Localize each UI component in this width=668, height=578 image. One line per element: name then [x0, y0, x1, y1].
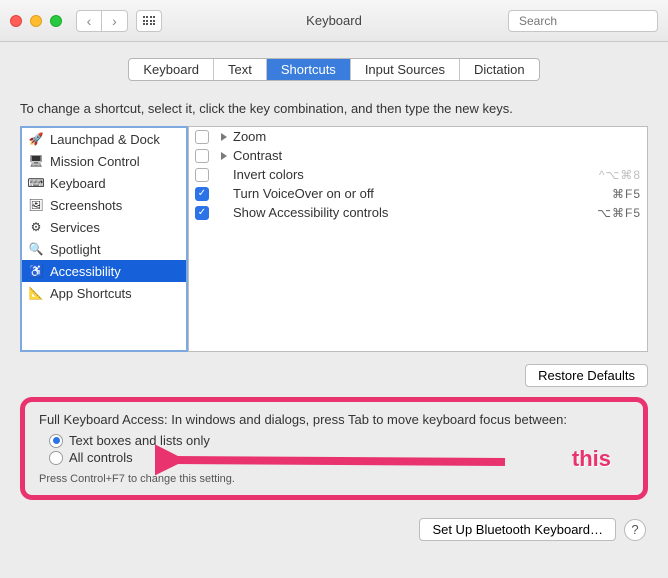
nav-back-forward: ‹ › [76, 10, 128, 32]
sidebar-item-label: Keyboard [50, 176, 106, 191]
tab-text[interactable]: Text [214, 59, 267, 80]
sidebar-item-label: Spotlight [50, 242, 101, 257]
close-window-icon[interactable] [10, 15, 22, 27]
sidebar-item-spotlight[interactable]: 🔍 Spotlight [22, 238, 186, 260]
sidebar-item-label: App Shortcuts [50, 286, 132, 301]
disclosure-triangle-icon[interactable] [221, 133, 227, 141]
mission-control-icon: 🖥 [28, 153, 44, 169]
shortcut-label: Contrast [233, 148, 641, 163]
sidebar-item-label: Accessibility [50, 264, 121, 279]
sidebar-item-services[interactable]: ⚙ Services [22, 216, 186, 238]
sidebar-item-label: Mission Control [50, 154, 140, 169]
radio-label: All controls [69, 450, 133, 465]
sidebar-item-accessibility[interactable]: ♿ Accessibility [22, 260, 186, 282]
shortcut-row[interactable]: Zoom [189, 127, 647, 146]
radio-button[interactable] [49, 434, 63, 448]
fka-heading: Full Keyboard Access: In windows and dia… [39, 412, 629, 427]
shortcut-label: Zoom [233, 129, 641, 144]
search-icon: 🔍 [28, 241, 44, 257]
annotation-highlight: Full Keyboard Access: In windows and dia… [20, 397, 648, 500]
chevron-right-icon: › [112, 13, 117, 29]
shortcut-row[interactable]: Contrast [189, 146, 647, 165]
tab-keyboard[interactable]: Keyboard [129, 59, 214, 80]
shortcut-keys[interactable]: ⌘F5 [612, 187, 641, 201]
sidebar-item-label: Services [50, 220, 100, 235]
help-button[interactable]: ? [624, 519, 646, 541]
shortcut-row[interactable]: ✓ Turn VoiceOver on or off ⌘F5 [189, 184, 647, 203]
sidebar-item-app-shortcuts[interactable]: 📐 App Shortcuts [22, 282, 186, 304]
bluetooth-keyboard-button[interactable]: Set Up Bluetooth Keyboard… [419, 518, 616, 541]
shortcut-keys[interactable]: ^⌥⌘8 [599, 168, 641, 182]
sidebar-item-mission-control[interactable]: 🖥 Mission Control [22, 150, 186, 172]
category-sidebar[interactable]: 🚀 Launchpad & Dock 🖥 Mission Control ⌨ K… [20, 126, 188, 352]
checkbox[interactable] [195, 168, 209, 182]
search-box[interactable] [508, 10, 658, 32]
back-button[interactable]: ‹ [76, 10, 102, 32]
sidebar-item-label: Launchpad & Dock [50, 132, 160, 147]
tab-dictation[interactable]: Dictation [460, 59, 539, 80]
forward-button[interactable]: › [102, 10, 128, 32]
screenshot-icon: 🖼 [28, 197, 44, 213]
instruction-text: To change a shortcut, select it, click t… [20, 101, 648, 116]
shortcut-label: Invert colors [233, 167, 599, 182]
show-all-button[interactable] [136, 10, 162, 32]
question-icon: ? [631, 522, 638, 537]
launchpad-icon: 🚀 [28, 131, 44, 147]
titlebar: ‹ › Keyboard [0, 0, 668, 42]
checkbox[interactable] [195, 149, 209, 163]
shortcut-row[interactable]: ✓ Show Accessibility controls ⌥⌘F5 [189, 203, 647, 222]
annotation-arrow-icon [155, 442, 515, 482]
sidebar-item-launchpad-dock[interactable]: 🚀 Launchpad & Dock [22, 128, 186, 150]
tab-input-sources[interactable]: Input Sources [351, 59, 460, 80]
sidebar-item-keyboard[interactable]: ⌨ Keyboard [22, 172, 186, 194]
shortcut-row[interactable]: Invert colors ^⌥⌘8 [189, 165, 647, 184]
search-input[interactable] [519, 14, 668, 28]
tab-bar: Keyboard Text Shortcuts Input Sources Di… [20, 58, 648, 81]
minimize-window-icon[interactable] [30, 15, 42, 27]
restore-defaults-button[interactable]: Restore Defaults [525, 364, 648, 387]
sidebar-item-screenshots[interactable]: 🖼 Screenshots [22, 194, 186, 216]
keyboard-icon: ⌨ [28, 175, 44, 191]
annotation-label: this [572, 446, 611, 472]
apps-icon: 📐 [28, 285, 44, 301]
disclosure-triangle-icon[interactable] [221, 152, 227, 160]
accessibility-icon: ♿ [28, 263, 44, 279]
shortcut-label: Show Accessibility controls [233, 205, 597, 220]
radio-button[interactable] [49, 451, 63, 465]
checkbox[interactable]: ✓ [195, 187, 209, 201]
chevron-left-icon: ‹ [87, 13, 92, 29]
tab-shortcuts[interactable]: Shortcuts [267, 59, 351, 80]
checkbox[interactable] [195, 130, 209, 144]
shortcut-list[interactable]: Zoom Contrast Invert colors ^⌥⌘8 ✓ Turn … [188, 126, 648, 352]
sidebar-item-label: Screenshots [50, 198, 122, 213]
window-controls [10, 15, 62, 27]
shortcut-label: Turn VoiceOver on or off [233, 186, 612, 201]
zoom-window-icon[interactable] [50, 15, 62, 27]
shortcut-keys[interactable]: ⌥⌘F5 [597, 206, 641, 220]
gear-icon: ⚙ [28, 219, 44, 235]
checkbox[interactable]: ✓ [195, 206, 209, 220]
grid-icon [143, 16, 156, 25]
